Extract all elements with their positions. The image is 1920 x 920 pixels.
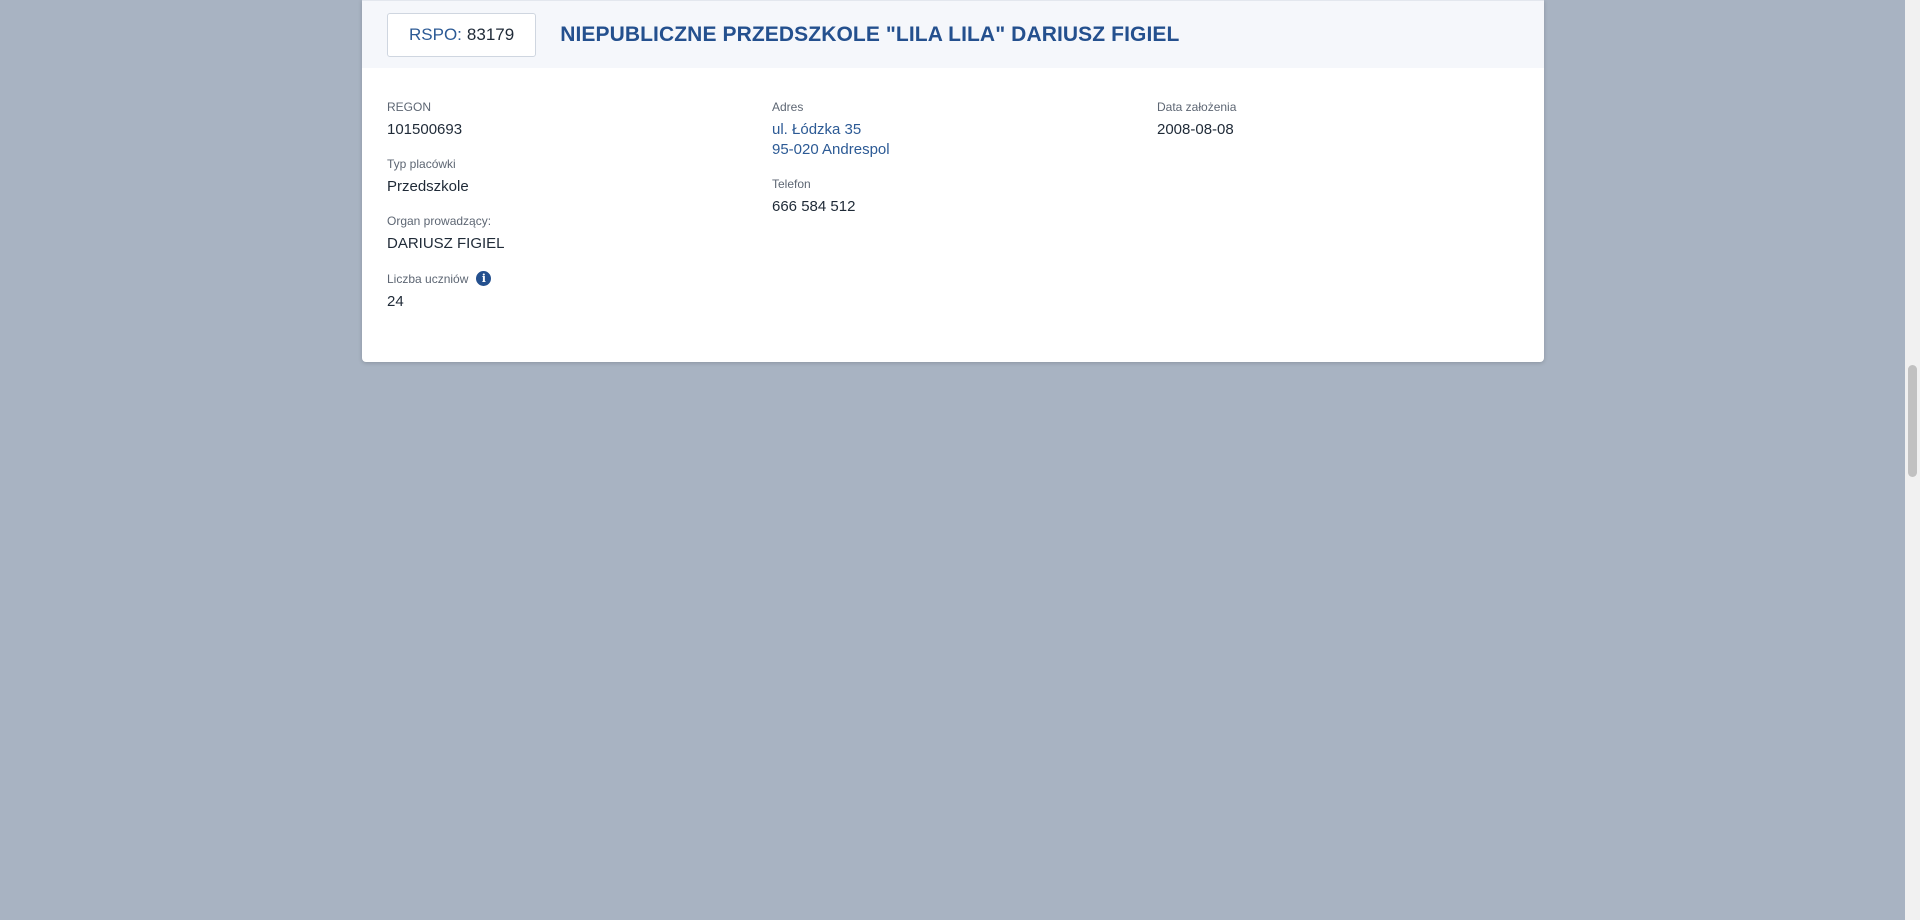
founded-value: 2008-08-08 bbox=[1157, 121, 1234, 138]
type-value: Przedszkole bbox=[387, 178, 469, 195]
page-scrollbar[interactable] bbox=[1905, 0, 1920, 920]
organ-value: DARIUSZ FIGIEL bbox=[387, 235, 505, 252]
students-value: 24 bbox=[387, 293, 404, 310]
school-card: RSPO: 83179 NIEPUBLICZNE PRZEDSZKOLE "LI… bbox=[362, 0, 1544, 362]
rspo-label: RSPO: bbox=[409, 24, 462, 44]
phone-field: Telefon 666 584 512 bbox=[772, 177, 1132, 217]
founded-label: Data założenia bbox=[1157, 100, 1237, 114]
rspo-badge: RSPO: 83179 bbox=[387, 12, 537, 57]
details-column-3: Data założenia 2008-08-08 bbox=[1157, 100, 1517, 157]
organ-field: Organ prowadzący: DARIUSZ FIGIEL bbox=[387, 214, 747, 254]
type-label: Typ placówki bbox=[387, 157, 456, 171]
phone-value: 666 584 512 bbox=[772, 198, 856, 215]
address-field: Adres ul. Łódzka 35 95-020 Andrespol bbox=[772, 100, 1132, 160]
phone-label: Telefon bbox=[772, 177, 811, 191]
regon-field: REGON 101500693 bbox=[387, 100, 747, 140]
rspo-value: 83179 bbox=[466, 24, 515, 44]
card-header: RSPO: 83179 NIEPUBLICZNE PRZEDSZKOLE "LI… bbox=[362, 0, 1544, 68]
scrollbar-thumb[interactable] bbox=[1908, 365, 1917, 477]
students-label-row: Liczba uczniów i bbox=[387, 271, 747, 286]
address-line-2: 95-020 Andrespol bbox=[772, 141, 890, 158]
school-title: NIEPUBLICZNE PRZEDSZKOLE "LILA LILA" DAR… bbox=[560, 22, 1180, 46]
organ-label: Organ prowadzący: bbox=[387, 214, 492, 228]
address-link[interactable]: ul. Łódzka 35 95-020 Andrespol bbox=[772, 120, 1132, 160]
type-field: Typ placówki Przedszkole bbox=[387, 157, 747, 197]
regon-value: 101500693 bbox=[387, 121, 463, 138]
address-line-1: ul. Łódzka 35 bbox=[772, 121, 862, 138]
students-field: Liczba uczniów i 24 bbox=[387, 271, 747, 312]
info-icon[interactable]: i bbox=[476, 271, 492, 286]
founded-field: Data założenia 2008-08-08 bbox=[1157, 100, 1517, 140]
details-column-2: Adres ul. Łódzka 35 95-020 Andrespol Tel… bbox=[772, 100, 1132, 234]
students-label: Liczba uczniów bbox=[387, 271, 469, 286]
address-label: Adres bbox=[772, 100, 804, 114]
card-body: REGON 101500693 Typ placówki Przedszkole… bbox=[362, 68, 1544, 362]
regon-label: REGON bbox=[387, 100, 432, 114]
details-column-1: REGON 101500693 Typ placówki Przedszkole… bbox=[387, 100, 747, 329]
